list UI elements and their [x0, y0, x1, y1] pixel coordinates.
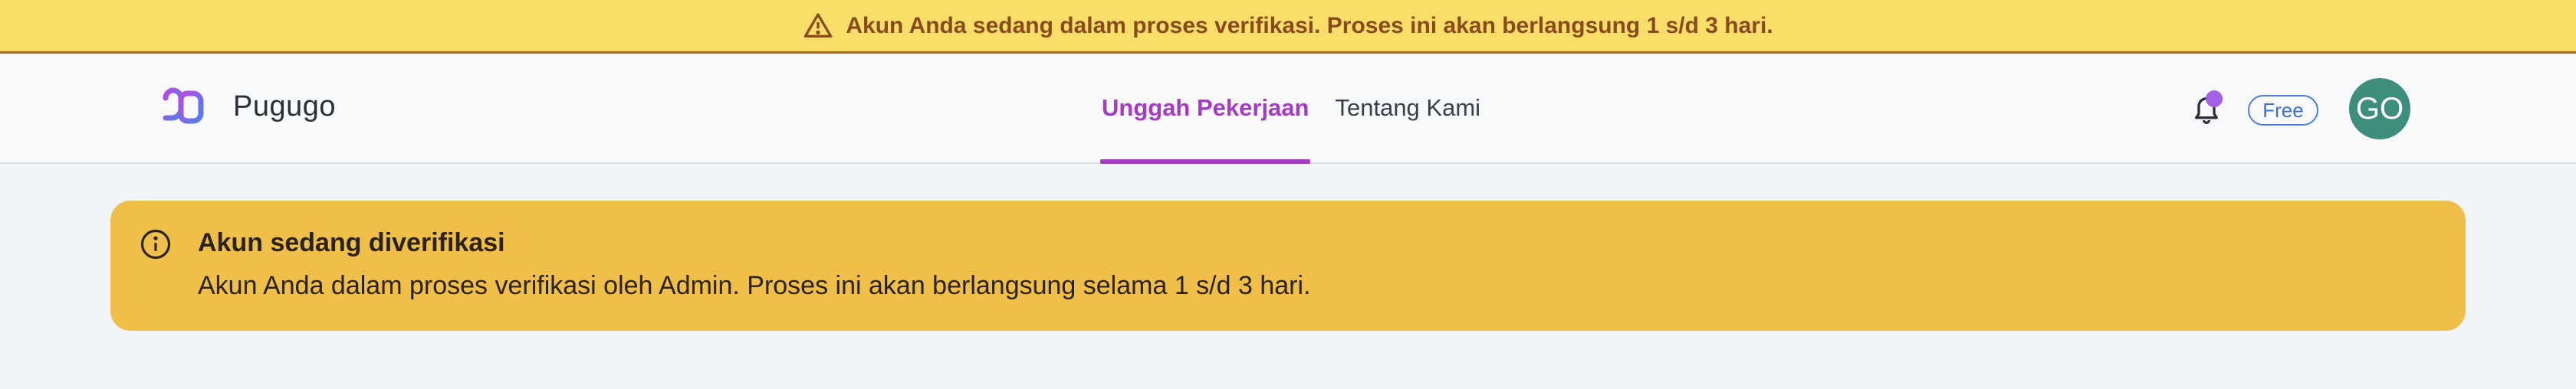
banner-text: Akun Anda sedang dalam proses verifikasi… — [846, 12, 1773, 38]
notification-dot — [2206, 90, 2223, 107]
verification-banner: Akun Anda sedang dalam proses verifikasi… — [0, 0, 2576, 54]
tab-unggah-pekerjaan[interactable]: Unggah Pekerjaan — [1100, 54, 1311, 164]
brand-name[interactable]: Pugugo — [233, 90, 336, 123]
tab-tentang-kami[interactable]: Tentang Kami — [1333, 54, 1482, 162]
avatar[interactable]: GO — [2349, 78, 2410, 139]
pugugo-logo[interactable] — [158, 83, 209, 133]
info-icon — [140, 229, 171, 260]
navbar: Pugugo Unggah Pekerjaan Tentang Kami Fre… — [0, 54, 2576, 164]
plan-badge[interactable]: Free — [2248, 95, 2318, 126]
alert-text: Akun Anda dalam proses verifikasi oleh A… — [198, 271, 1311, 300]
verification-alert: Akun sedang diverifikasi Akun Anda dalam… — [110, 201, 2466, 331]
alert-title: Akun sedang diverifikasi — [198, 228, 505, 257]
warning-triangle-icon — [804, 12, 833, 38]
main-nav: Unggah Pekerjaan Tentang Kami — [1100, 54, 1505, 164]
